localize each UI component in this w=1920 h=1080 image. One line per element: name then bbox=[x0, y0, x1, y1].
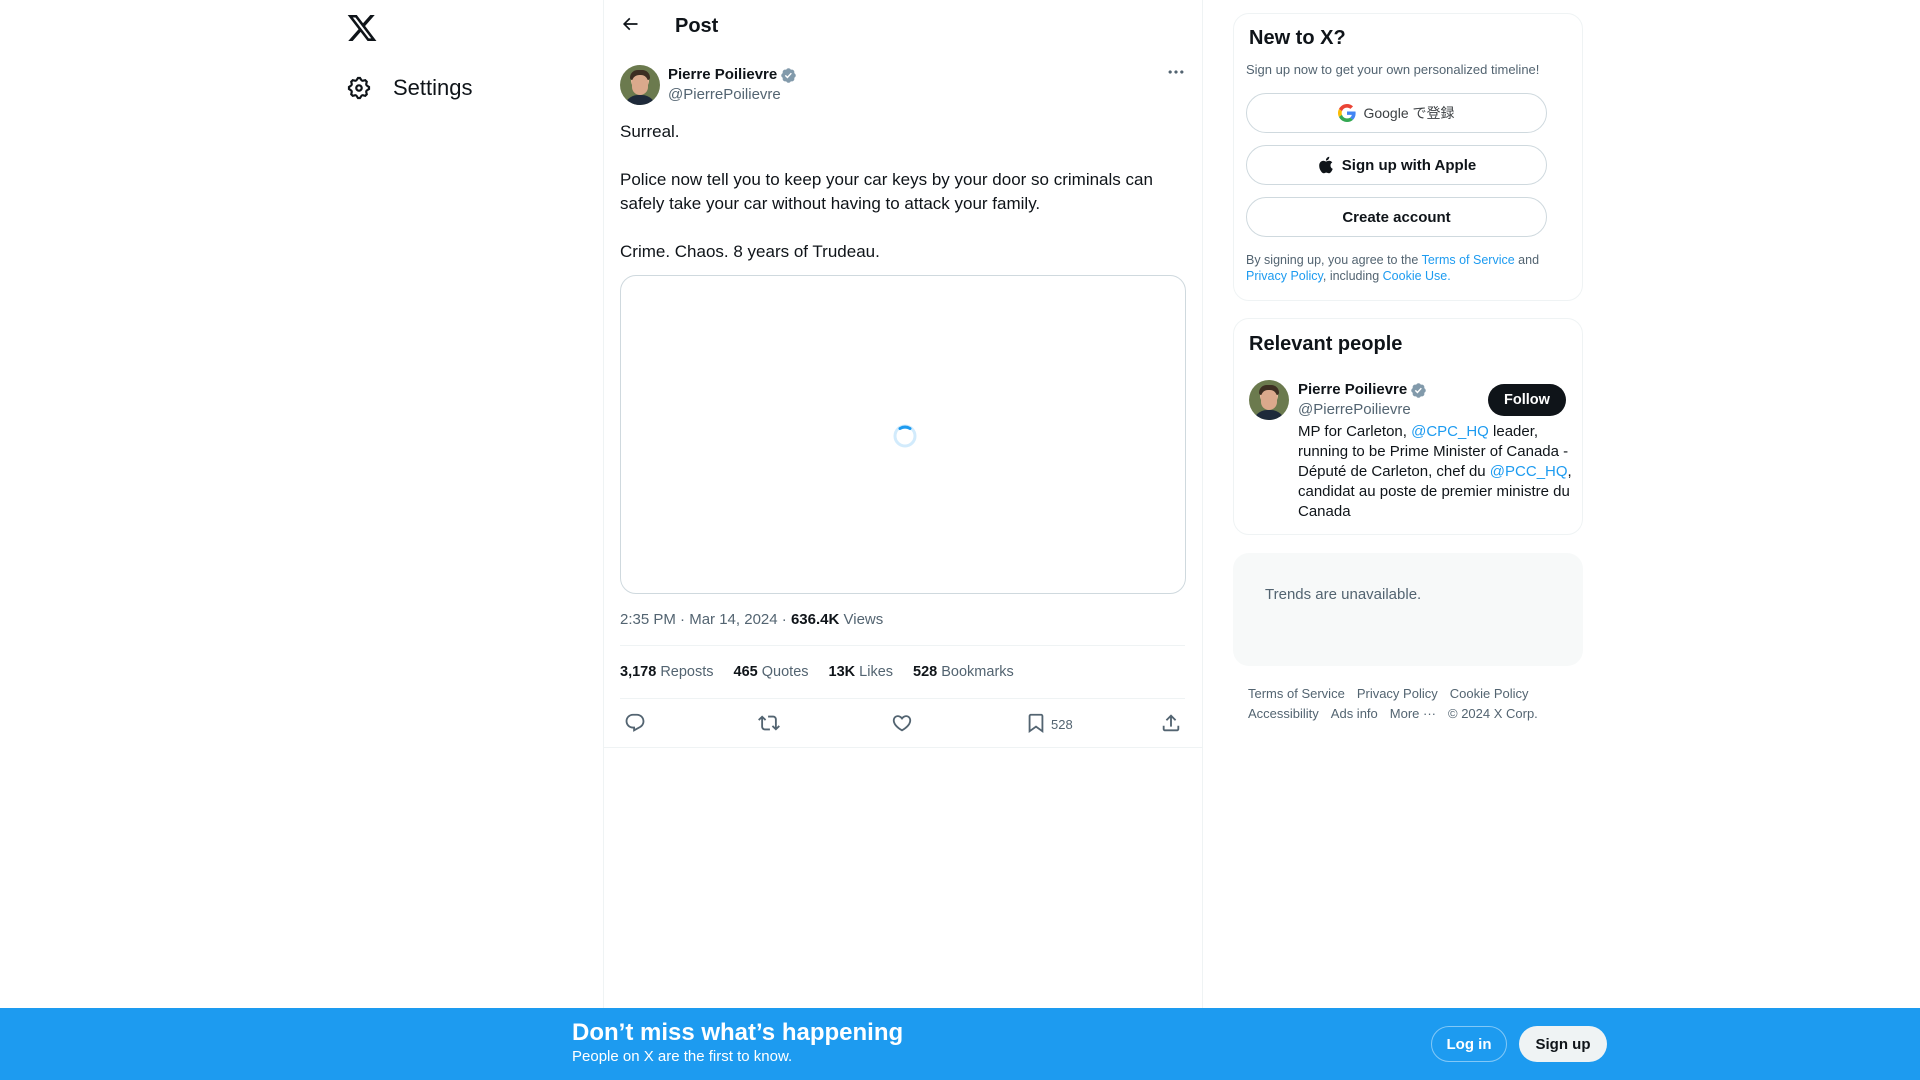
signup-subtitle: Sign up now to get your own personalized… bbox=[1246, 62, 1540, 77]
copyright: © 2024 X Corp. bbox=[1448, 706, 1538, 721]
apple-signup-label: Sign up with Apple bbox=[1341, 156, 1477, 174]
gear-icon bbox=[346, 75, 372, 101]
bookmark-count: 528 bbox=[1051, 716, 1073, 732]
google-signup-button[interactable]: Google で登録 bbox=[1246, 93, 1547, 133]
stat-label: Likes bbox=[859, 664, 894, 680]
stat-count: 465 bbox=[733, 664, 758, 680]
author-handle[interactable]: @PierrePoilievre bbox=[668, 86, 781, 104]
relevant-people-card: Relevant people Pierre Poilievre @Pierre… bbox=[1233, 318, 1583, 535]
reply-button[interactable] bbox=[624, 710, 646, 738]
signup-banner: Don’t miss what’s happening People on X … bbox=[0, 1008, 1920, 1080]
like-button[interactable] bbox=[891, 710, 913, 738]
post-text: Surreal. Police now tell you to keep you… bbox=[620, 120, 1185, 288]
create-account-label: Create account bbox=[1342, 208, 1451, 226]
cookie-use-link[interactable]: Cookie Use. bbox=[1383, 269, 1451, 283]
arrow-left-icon bbox=[620, 14, 640, 39]
banner-title: Don’t miss what’s happening bbox=[572, 1019, 904, 1046]
terms-of-service-link[interactable]: Terms of Service bbox=[1422, 253, 1515, 267]
terms-text: By signing up, you agree to the bbox=[1246, 253, 1422, 267]
trends-panel: Trends are unavailable. bbox=[1233, 553, 1583, 666]
terms-text: and bbox=[1514, 253, 1540, 267]
post-paragraph: Crime. Chaos. 8 years of Trudeau. bbox=[620, 242, 880, 261]
login-button[interactable]: Log in bbox=[1431, 1026, 1507, 1062]
person-avatar[interactable] bbox=[1249, 380, 1289, 420]
create-account-button[interactable]: Create account bbox=[1246, 197, 1547, 237]
views-label: Views bbox=[843, 611, 884, 628]
trends-message: Trends are unavailable. bbox=[1265, 586, 1422, 603]
post-paragraph: Police now tell you to keep your car key… bbox=[620, 170, 1153, 213]
sidebar-item-settings[interactable]: Settings bbox=[346, 70, 473, 106]
x-logo-icon[interactable] bbox=[346, 12, 378, 44]
bookmark-icon bbox=[1025, 712, 1047, 737]
footer-link-ads-info[interactable]: Ads info bbox=[1331, 706, 1378, 721]
person-name-link[interactable]: Pierre Poilievre bbox=[1298, 381, 1427, 399]
signup-button[interactable]: Sign up bbox=[1519, 1026, 1607, 1062]
verified-badge-icon bbox=[1410, 382, 1427, 399]
action-bar: 528 bbox=[620, 710, 1185, 738]
banner-subtitle: People on X are the first to know. bbox=[572, 1048, 793, 1065]
mention-link[interactable]: @CPC_HQ bbox=[1411, 423, 1489, 440]
repost-icon bbox=[758, 712, 780, 737]
divider bbox=[620, 645, 1185, 646]
google-icon bbox=[1338, 104, 1357, 122]
footer-link-terms[interactable]: Terms of Service bbox=[1248, 686, 1345, 701]
terms-text: , including bbox=[1322, 269, 1383, 283]
page-title: Post bbox=[675, 15, 719, 37]
stat-count: 13K bbox=[828, 664, 856, 680]
post-meta: 2:35 PM · Mar 14, 2024 · 636.4K Views bbox=[620, 610, 883, 630]
author-avatar[interactable] bbox=[620, 65, 660, 105]
back-button[interactable] bbox=[617, 13, 643, 39]
stat-label: Reposts bbox=[660, 664, 714, 680]
relevant-people-title: Relevant people bbox=[1249, 333, 1403, 355]
stat-label: Quotes bbox=[761, 664, 809, 680]
bookmark-button[interactable]: 528 bbox=[1025, 710, 1073, 738]
share-button[interactable] bbox=[1160, 710, 1182, 738]
heart-icon bbox=[891, 712, 913, 737]
views-count: 636.4K bbox=[790, 611, 840, 628]
footer-link-cookie[interactable]: Cookie Policy bbox=[1450, 686, 1529, 701]
more-horizontal-icon bbox=[1166, 62, 1186, 87]
signup-card: New to X? Sign up now to get your own pe… bbox=[1233, 13, 1583, 301]
post-date[interactable]: Mar 14, 2024 bbox=[689, 611, 777, 628]
separator: · bbox=[680, 611, 686, 628]
stat-likes[interactable]: 13K Likes bbox=[829, 662, 894, 682]
footer-link-more[interactable]: More ··· bbox=[1390, 706, 1436, 721]
signup-terms: By signing up, you agree to the Terms of… bbox=[1246, 252, 1576, 284]
person-bio: MP for Carleton, @CPC_HQ leader, running… bbox=[1298, 422, 1573, 522]
verified-badge-icon bbox=[780, 67, 797, 84]
stat-count: 528 bbox=[913, 664, 938, 680]
signup-title: New to X? bbox=[1249, 27, 1346, 49]
follow-button[interactable]: Follow bbox=[1488, 384, 1566, 416]
mention-link[interactable]: @PCC_HQ bbox=[1490, 463, 1568, 480]
author-name-link[interactable]: Pierre Poilievre bbox=[668, 66, 797, 84]
bio-text: MP for Carleton, bbox=[1298, 423, 1412, 440]
footer-link-accessibility[interactable]: Accessibility bbox=[1248, 706, 1319, 721]
reply-icon bbox=[624, 712, 646, 737]
sidebar-item-label: Settings bbox=[393, 75, 473, 100]
divider bbox=[620, 698, 1185, 699]
google-signup-label: Google で登録 bbox=[1363, 105, 1455, 121]
apple-icon bbox=[1317, 156, 1335, 174]
person-handle[interactable]: @PierrePoilievre bbox=[1298, 401, 1411, 419]
separator: · bbox=[781, 611, 787, 628]
privacy-policy-link[interactable]: Privacy Policy bbox=[1246, 269, 1323, 283]
repost-button[interactable] bbox=[758, 710, 780, 738]
person-name: Pierre Poilievre bbox=[1298, 381, 1408, 398]
footer-links: Terms of Service Privacy Policy Cookie Pol… bbox=[1248, 684, 1578, 724]
stat-reposts[interactable]: 3,178 Reposts bbox=[620, 662, 714, 682]
stat-count: 3,178 bbox=[620, 664, 657, 680]
stat-bookmarks[interactable]: 528 Bookmarks bbox=[913, 662, 1014, 682]
divider bbox=[603, 747, 1203, 748]
loading-spinner-icon bbox=[892, 423, 918, 449]
author-name: Pierre Poilievre bbox=[668, 66, 778, 83]
more-button[interactable] bbox=[1160, 64, 1192, 84]
post-time[interactable]: 2:35 PM bbox=[620, 611, 676, 628]
stat-quotes[interactable]: 465 Quotes bbox=[734, 662, 809, 682]
post-stats: 3,178 Reposts 465 Quotes 13K Likes 528 B… bbox=[620, 662, 1014, 682]
footer-link-privacy[interactable]: Privacy Policy bbox=[1357, 686, 1438, 701]
apple-signup-button[interactable]: Sign up with Apple bbox=[1246, 145, 1547, 185]
post-paragraph: Surreal. bbox=[620, 122, 680, 141]
stat-label: Bookmarks bbox=[941, 664, 1014, 680]
share-icon bbox=[1160, 712, 1182, 737]
